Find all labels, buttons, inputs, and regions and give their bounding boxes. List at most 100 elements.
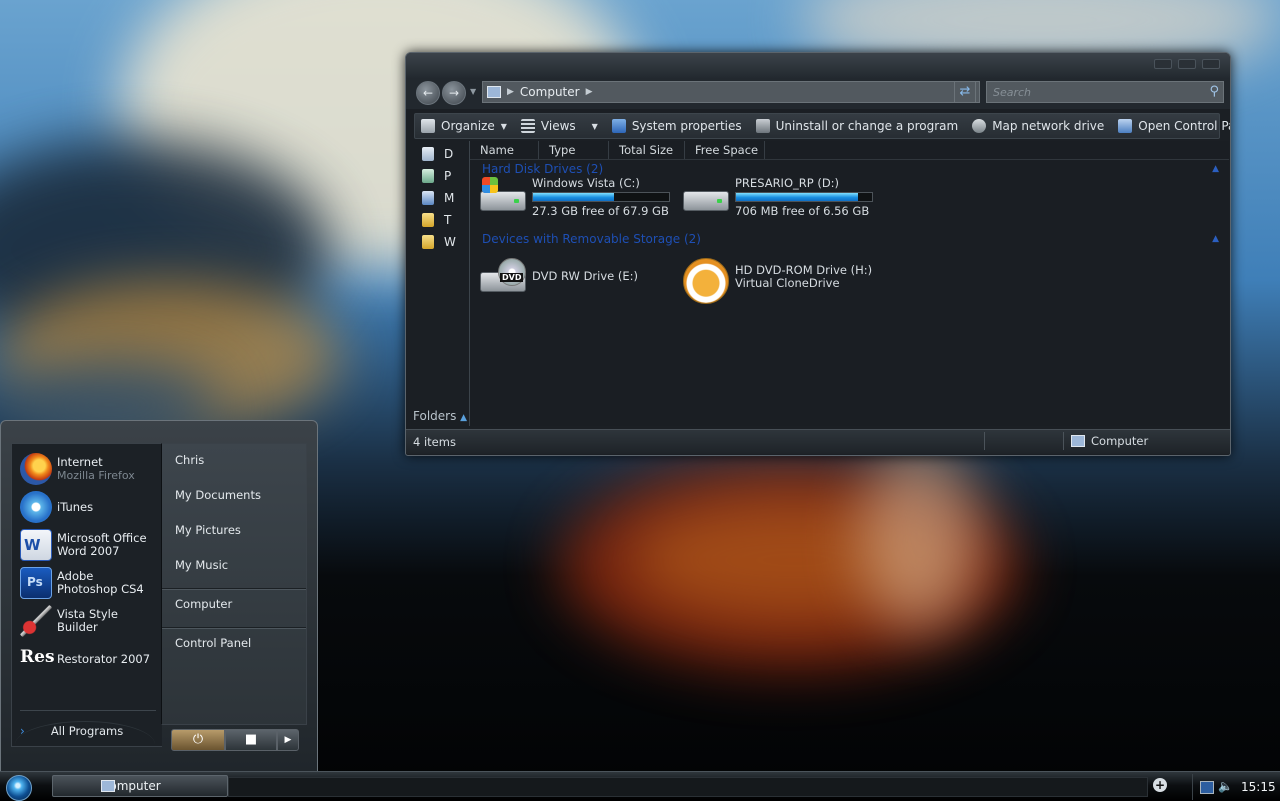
chevron-down-icon: ▼ (500, 121, 507, 131)
nav-item-pictures[interactable]: P (414, 165, 469, 187)
taskbar-button-computer[interactable]: Computer (52, 775, 228, 797)
program-vista-style-builder[interactable]: Vista Style Builder (12, 602, 162, 640)
open-control-panel-button[interactable]: Open Control Panel (1118, 119, 1230, 133)
dvd-drive-icon: DVD (478, 258, 526, 298)
views-icon (520, 119, 535, 133)
drive-free-space: 706 MB free of 6.56 GB (735, 204, 870, 218)
map-network-drive-button[interactable]: Map network drive (972, 119, 1104, 133)
drive-h[interactable]: HD DVD-ROM Drive (H:) Virtual CloneDrive (681, 258, 872, 304)
search-icon[interactable]: ⚲ (1209, 84, 1219, 99)
address-bar[interactable]: ▶ Computer ▶ ▼ (482, 81, 980, 103)
volume-icon[interactable]: 🔈 (1218, 779, 1233, 793)
drive-e[interactable]: DVD DVD RW Drive (E:) (478, 258, 638, 298)
start-link-computer[interactable]: Computer (162, 589, 306, 628)
program-firefox[interactable]: Internet Mozilla Firefox (12, 450, 162, 488)
organize-button[interactable]: Organize ▼ (421, 119, 507, 133)
program-title: Internet (57, 455, 103, 469)
chevron-up-icon[interactable]: ▲ (1212, 230, 1219, 248)
recent-pages-dropdown[interactable]: ▼ (470, 87, 476, 96)
drive-usage-bar (532, 192, 670, 202)
maximize-button[interactable] (1178, 59, 1196, 69)
title-bar[interactable] (406, 53, 1230, 79)
nav-item-label: P (444, 169, 452, 183)
nav-item-documents[interactable]: D (414, 143, 469, 165)
forward-button[interactable]: → (442, 81, 466, 105)
power-button[interactable]: ⏻ (171, 729, 225, 751)
documents-folder-icon (422, 147, 434, 161)
nav-item-folder-t[interactable]: T (414, 209, 469, 231)
status-location: Computer (1071, 434, 1148, 448)
drive-description: Virtual CloneDrive (735, 276, 840, 290)
photoshop-icon (20, 567, 52, 599)
group-header-removable[interactable]: Devices with Removable Storage (2) ▲ (470, 230, 1229, 248)
chevron-up-icon[interactable]: ▲ (1212, 160, 1219, 178)
hard-drive-icon (681, 177, 729, 217)
back-button[interactable]: ← (416, 81, 440, 105)
uninstall-program-button[interactable]: Uninstall or change a program (755, 119, 959, 133)
drive-d[interactable]: PRESARIO_RP (D:) 706 MB free of 6.56 GB (681, 177, 873, 218)
power-controls: ⏻ ■ ▶ (171, 729, 299, 751)
close-button[interactable] (1202, 59, 1220, 69)
notification-area: 🔈 15:15 (1192, 774, 1280, 800)
nav-item-label: M (444, 191, 455, 205)
clock[interactable]: 15:15 (1241, 780, 1276, 794)
control-panel-icon (1118, 119, 1133, 133)
system-properties-button[interactable]: System properties (611, 119, 742, 133)
item-count: 4 items (413, 435, 456, 449)
drive-usage-bar (735, 192, 873, 202)
nav-item-music[interactable]: M (414, 187, 469, 209)
computer-icon (1071, 435, 1085, 447)
map-network-label: Map network drive (992, 119, 1105, 133)
drive-name: Windows Vista (C:) (532, 176, 640, 190)
system-properties-label: System properties (631, 119, 742, 133)
breadcrumb-chevron-icon[interactable]: ▶ (586, 87, 593, 97)
column-headers: Name Type Total Size Free Space (470, 141, 1229, 160)
start-link-documents[interactable]: My Documents (162, 483, 306, 518)
file-list: Name Type Total Size Free Space Hard Dis… (469, 141, 1229, 426)
start-link-control-panel[interactable]: Control Panel (162, 628, 306, 666)
network-icon[interactable] (1200, 781, 1214, 794)
column-header-type[interactable]: Type (539, 141, 609, 159)
vista-style-builder-icon (20, 605, 52, 637)
search-input[interactable] (987, 82, 1199, 102)
control-panel-label: Open Control Panel (1138, 119, 1230, 133)
views-button[interactable]: Views ▼ (520, 119, 598, 133)
shutdown-options-button[interactable]: ▶ (277, 729, 299, 751)
word-icon (20, 529, 52, 561)
navigation-bar: ← → ▼ ▶ Computer ▶ ▼ ⇄ ⚲ (406, 79, 1230, 109)
nav-item-folder-w[interactable]: W (414, 231, 469, 253)
column-header-name[interactable]: Name (470, 141, 539, 159)
minimize-button[interactable] (1154, 59, 1172, 69)
start-link-user[interactable]: Chris (162, 448, 306, 483)
program-title: Vista Style Builder (57, 607, 118, 634)
start-link-pictures[interactable]: My Pictures (162, 518, 306, 553)
program-photoshop[interactable]: Adobe Photoshop CS4 (12, 564, 162, 602)
plus-icon[interactable]: + (1153, 778, 1167, 792)
breadcrumb-chevron-icon[interactable]: ▶ (507, 87, 514, 97)
column-header-total-size[interactable]: Total Size (609, 141, 685, 159)
program-restorator[interactable]: Restorator 2007 (12, 640, 162, 678)
computer-icon (101, 780, 115, 792)
drive-name: PRESARIO_RP (D:) (735, 176, 840, 190)
lock-button[interactable]: ■ (225, 729, 277, 751)
search-box[interactable]: ⚲ (986, 81, 1224, 103)
start-link-music[interactable]: My Music (162, 553, 306, 589)
navigation-pane: D P M T W (414, 143, 469, 426)
refresh-icon[interactable]: ⇄ (954, 81, 976, 103)
organize-label: Organize (441, 119, 495, 133)
program-itunes[interactable]: iTunes (12, 488, 162, 526)
program-word[interactable]: Microsoft Office Word 2007 (12, 526, 162, 564)
start-button[interactable] (6, 775, 32, 801)
drive-free-space: 27.3 GB free of 67.9 GB (532, 204, 669, 218)
start-menu: Internet Mozilla Firefox iTunes Microsof… (0, 420, 318, 772)
start-menu-programs: Internet Mozilla Firefox iTunes Microsof… (11, 443, 162, 747)
column-header-free-space[interactable]: Free Space (685, 141, 765, 159)
organize-icon (421, 119, 435, 133)
views-label: Views (540, 119, 576, 133)
uninstall-label: Uninstall or change a program (775, 119, 959, 133)
nav-item-label: D (444, 147, 454, 161)
breadcrumb-computer[interactable]: Computer (520, 85, 580, 99)
folders-toggle[interactable]: Folders ▲ (413, 409, 467, 423)
drive-c[interactable]: Windows Vista (C:) 27.3 GB free of 67.9 … (478, 177, 670, 218)
program-title: iTunes (57, 499, 94, 514)
